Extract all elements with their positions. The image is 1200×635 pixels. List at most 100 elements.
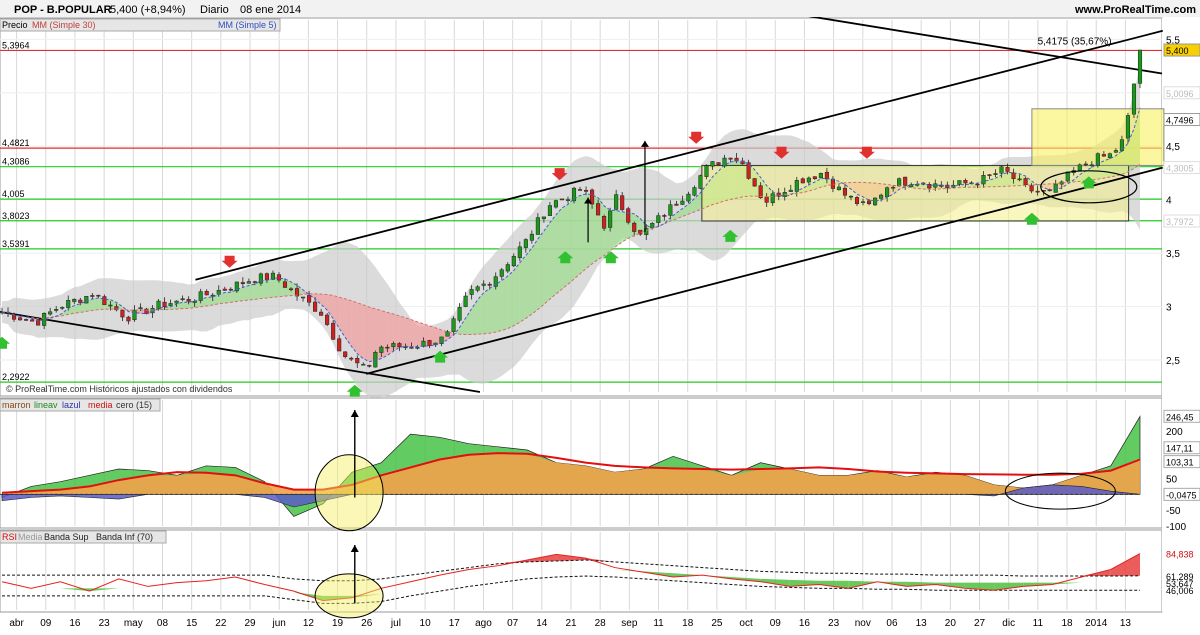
- x-tick-label: dic: [1002, 618, 1015, 629]
- candle-body: [710, 161, 715, 167]
- x-tick-label: 13: [1120, 618, 1132, 629]
- x-tick-label: 08: [157, 618, 169, 629]
- candle-body: [313, 301, 318, 312]
- x-tick-label: 22: [215, 618, 227, 629]
- candle-body: [475, 286, 480, 291]
- candle-body: [553, 200, 558, 208]
- candle-body: [620, 195, 625, 210]
- candle-body: [602, 216, 607, 229]
- candle-body: [72, 298, 77, 302]
- candle-body: [981, 175, 986, 185]
- x-tick-label: 25: [711, 618, 723, 629]
- candle-body: [126, 316, 131, 322]
- candle-body: [584, 190, 589, 192]
- oscillator-legend[interactable]: marron lineav lazul media cero (15): [0, 398, 161, 412]
- candle-body: [337, 338, 342, 352]
- rsi-panel: [0, 529, 1163, 613]
- x-tick-label: 17: [449, 618, 461, 629]
- candle-body: [674, 203, 679, 206]
- candle-body: [487, 283, 492, 286]
- divergence-ellipse: [314, 454, 384, 532]
- candle-body: [547, 205, 552, 216]
- candle-body: [499, 269, 504, 277]
- candle-body: [138, 307, 143, 310]
- price-legend[interactable]: Precio MM (Simple 30) MM (Simple 5): [0, 18, 281, 32]
- y-tick-label: 2,5: [1166, 356, 1180, 367]
- ma-fill-segment: [254, 280, 261, 300]
- candle-body: [764, 196, 769, 203]
- x-tick-label: 29: [244, 618, 256, 629]
- candle-body: [752, 178, 757, 187]
- candle-body: [963, 179, 968, 184]
- ma-fill-segment: [92, 298, 99, 311]
- ma-fill-segment: [357, 302, 364, 359]
- ma-fill-segment: [537, 230, 544, 310]
- x-tick-label: sep: [621, 618, 638, 629]
- candle-body: [276, 274, 282, 281]
- candle-body: [987, 174, 992, 176]
- ma-fill-segment: [248, 283, 255, 301]
- candle-body: [361, 363, 366, 366]
- candle-body: [1101, 154, 1106, 157]
- source-label: www.ProRealTime.com: [1074, 4, 1196, 16]
- x-tick-label: 19: [332, 618, 344, 629]
- candle-body: [535, 217, 540, 235]
- ma-fill-segment: [411, 319, 418, 347]
- candle-body: [325, 314, 330, 325]
- candle-body: [770, 193, 775, 204]
- x-tick-label: 15: [186, 618, 198, 629]
- price-axis-value: 5,0096: [1166, 89, 1194, 99]
- frequency-label: Diario: [200, 4, 229, 16]
- y-tick-label: 3,5: [1166, 249, 1180, 260]
- candle-body: [48, 311, 53, 315]
- level-label: 3,5391: [2, 239, 30, 249]
- candle-body: [608, 210, 613, 228]
- rsi-legend[interactable]: RSI Media Banda Sup Banda Inf (70): [0, 530, 167, 544]
- candle-body: [668, 204, 673, 216]
- candle-body: [78, 299, 83, 303]
- ma-fill-segment: [387, 312, 394, 356]
- y-tick-label: 3: [1166, 303, 1172, 314]
- candle-body: [800, 178, 805, 184]
- level-label: 4,005: [2, 189, 25, 199]
- candle-body: [505, 264, 510, 272]
- candle-body: [722, 157, 727, 167]
- candle-body: [451, 318, 456, 332]
- x-tick-label: 16: [69, 618, 81, 629]
- candle-body: [1017, 178, 1022, 181]
- candle-body: [288, 288, 294, 291]
- ticker-label: POP - B.POPULAR: [14, 4, 112, 16]
- ma-fill-segment: [616, 210, 623, 247]
- x-tick-label: 12: [303, 618, 315, 629]
- candle-body: [511, 255, 516, 267]
- candle-body: [1053, 183, 1058, 193]
- legend-sma5: MM (Simple 5): [218, 20, 277, 30]
- candle-body: [156, 300, 161, 310]
- x-tick-label: 16: [799, 618, 811, 629]
- candle-body: [1113, 150, 1118, 153]
- x-tick-label: 11: [653, 618, 664, 629]
- candle-body: [252, 281, 257, 283]
- level-label: 5,3964: [2, 40, 30, 50]
- candle-body: [469, 289, 474, 295]
- x-tick-label: 26: [361, 618, 373, 629]
- x-tick-label: 11: [1033, 618, 1044, 629]
- ma-fill-segment: [555, 207, 562, 295]
- candle-body: [716, 162, 721, 166]
- ma-fill-segment: [399, 315, 406, 348]
- candle-body: [403, 346, 408, 349]
- ma-fill-segment: [363, 304, 370, 362]
- candle-body: [54, 309, 59, 311]
- gain-annotation: 5,4175 (35,67%): [1038, 37, 1112, 48]
- ma-fill-segment: [483, 288, 490, 334]
- candle-body: [228, 288, 233, 291]
- candle-body: [102, 296, 107, 306]
- candle-body: [222, 288, 227, 291]
- price-axis-value: 3,7972: [1166, 217, 1194, 227]
- x-tick-label: 23: [828, 618, 840, 629]
- candle-body: [180, 298, 185, 300]
- candle-body: [246, 281, 251, 284]
- ma-fill-segment: [519, 255, 526, 323]
- chart-svg: 5,3964 4,4821 4,3086 4,005 3,8023 3,5391 2,292…: [0, 0, 1200, 629]
- legend-lineav: lineav: [34, 400, 58, 410]
